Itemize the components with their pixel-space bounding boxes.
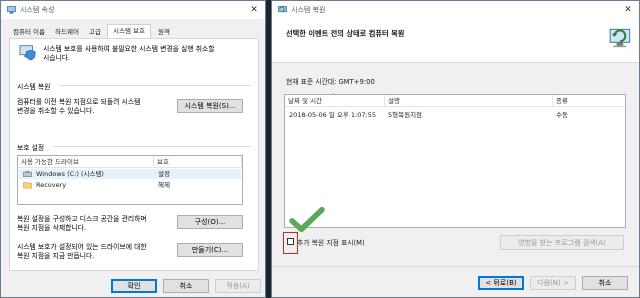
restore-points-list[interactable]: 날짜 및 시간 설명 종류 ⌃ 2018-05-06 일 오후 1:07:55 … bbox=[284, 93, 626, 228]
type-column-header[interactable]: 종류 bbox=[553, 95, 625, 107]
back-button[interactable]: < 뒤로(B) bbox=[478, 276, 524, 290]
create-button[interactable]: 만들기(C)... bbox=[177, 243, 243, 257]
tab-system-protection[interactable]: 시스템 보호 bbox=[107, 24, 151, 38]
protection-section-title: 보호 설정 bbox=[17, 144, 45, 152]
system-restore-icon bbox=[278, 6, 287, 13]
cancel-button[interactable]: 취소 bbox=[163, 279, 209, 293]
divider bbox=[53, 146, 251, 147]
tab-advanced[interactable]: 고급 bbox=[85, 25, 105, 37]
tab-computer-name[interactable]: 컴퓨터 이름 bbox=[9, 25, 49, 37]
cancel-button[interactable]: 취소 bbox=[582, 276, 628, 290]
apply-button[interactable]: 적용(A) bbox=[215, 279, 261, 293]
computer-icon bbox=[7, 6, 16, 14]
drive-column-header[interactable]: 사용 가능한 드라이브 bbox=[18, 156, 154, 168]
system-properties-window: 시스템 속성 ✕ 컴퓨터 이름 하드웨어 고급 시스템 보호 원격 시스템 보호… bbox=[0, 0, 266, 298]
restore-description: 컴퓨터를 이전 복원 지점으로 되돌려 시스템 변경을 취소할 수 있습니다. bbox=[17, 98, 141, 115]
drive-status: 해제 bbox=[158, 181, 170, 189]
header-band bbox=[272, 19, 639, 63]
drive-name: Windows (C:) (시스템) bbox=[36, 170, 104, 178]
protection-column-header[interactable]: 보호 bbox=[154, 156, 242, 168]
intro-text: 시스템 보호를 사용하여 불필요한 시스템 변경을 실행 취소할 시습니다. bbox=[43, 45, 215, 62]
show-more-label[interactable]: 추가 복원 지점 표시(M) bbox=[297, 237, 365, 247]
sort-arrow-icon: ⌃ bbox=[331, 93, 336, 99]
divider bbox=[272, 266, 639, 267]
close-icon[interactable]: ✕ bbox=[243, 1, 265, 19]
wizard-heading: 선택한 이벤트 전의 상태로 컴퓨터 복원 bbox=[286, 29, 405, 38]
next-button[interactable]: 다음(N) > bbox=[530, 276, 576, 290]
window-title: 시스템 복원 bbox=[291, 6, 326, 14]
drive-status: 설정 bbox=[158, 170, 170, 178]
timezone-label: 현재 표준 시간대: GMT+9:00 bbox=[286, 78, 375, 86]
tab-remote[interactable]: 원격 bbox=[153, 25, 175, 37]
description-column-header[interactable]: 설명 bbox=[385, 95, 553, 107]
create-description: 시스템 보호가 설정되어 있는 드라이브에 대한 복원 지점을 지금 만듭니다. bbox=[17, 243, 147, 260]
close-icon[interactable]: ✕ bbox=[617, 1, 639, 19]
ok-button[interactable]: 확인 bbox=[111, 279, 157, 293]
restore-section-title: 시스템 복원 bbox=[17, 83, 51, 91]
drive-name: Recovery bbox=[36, 181, 67, 189]
system-protection-icon bbox=[19, 45, 36, 61]
folder-icon bbox=[23, 182, 32, 189]
configure-description: 복원 설정을 구성하고 디스크 공간을 관리하며 복원 지점을 삭제합니다. bbox=[17, 215, 147, 232]
drive-icon bbox=[23, 170, 32, 177]
system-restore-button[interactable]: 시스템 복원(S)... bbox=[177, 99, 243, 113]
system-restore-icon bbox=[609, 28, 631, 48]
restore-point-datetime[interactable]: 2018-05-06 일 오후 1:07:55 bbox=[289, 110, 376, 120]
drive-list[interactable]: 사용 가능한 드라이브 보호 Windows (C:) (시스템) 설정 Rec… bbox=[17, 155, 243, 205]
show-more-checkbox[interactable] bbox=[287, 238, 294, 245]
checkmark-icon bbox=[289, 206, 325, 233]
window-title: 시스템 속성 bbox=[20, 6, 55, 14]
restore-point-type[interactable]: 수동 bbox=[556, 110, 568, 120]
tab-hardware[interactable]: 하드웨어 bbox=[51, 25, 83, 37]
restore-point-description[interactable]: 5형복원지점 bbox=[388, 110, 422, 120]
title-bar: 시스템 복원 bbox=[272, 1, 639, 19]
divider bbox=[59, 85, 251, 86]
configure-button[interactable]: 구성(O)... bbox=[177, 215, 243, 229]
system-restore-window: 시스템 복원 ✕ 선택한 이벤트 전의 상태로 컴퓨터 복원 현재 표준 시간대… bbox=[271, 0, 640, 298]
title-bar: 시스템 속성 bbox=[1, 1, 265, 19]
scan-affected-programs-button[interactable]: 영향을 받는 프로그램 검색(A) bbox=[500, 235, 624, 250]
